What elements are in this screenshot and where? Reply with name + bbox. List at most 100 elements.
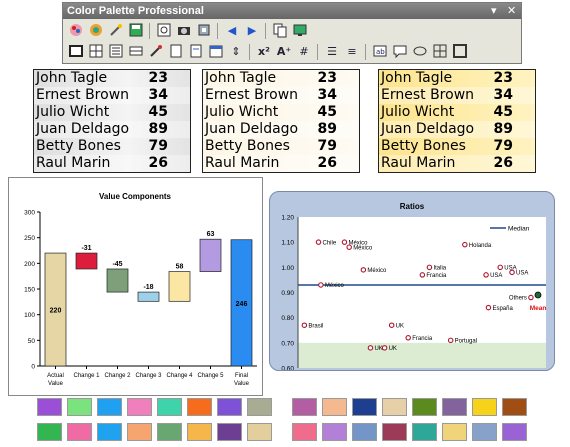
color-swatch[interactable] (217, 423, 242, 441)
superscript-icon[interactable]: x² (255, 43, 273, 61)
close-icon[interactable]: ✕ (507, 3, 516, 19)
waterfall-bar (75, 252, 98, 270)
data-label: 220 (50, 308, 62, 315)
bullets-icon[interactable]: ☰ (323, 43, 341, 61)
scatter-point (367, 345, 374, 351)
color-swatch[interactable] (502, 423, 527, 441)
color-swatch[interactable] (187, 423, 212, 441)
color-swatch[interactable] (217, 398, 242, 416)
color-swatch[interactable] (292, 423, 317, 441)
data-label: -31 (81, 245, 91, 252)
page-icon[interactable] (187, 43, 205, 61)
row-name: Juan Deldago (381, 121, 475, 137)
waterfall-bar (168, 271, 191, 302)
waterfall-bar (137, 291, 160, 302)
row-value: 26 (317, 155, 337, 171)
row-name: Raul Marin (205, 155, 280, 171)
color-swatch[interactable] (382, 398, 407, 416)
arrow-right-icon[interactable]: ▶ (243, 22, 261, 40)
color-swatch[interactable] (412, 423, 437, 441)
ellipse-icon[interactable] (411, 43, 429, 61)
y-tick-label: 200 (24, 261, 35, 268)
color-swatch[interactable] (352, 423, 377, 441)
row-value: 79 (317, 138, 337, 154)
chart-view-icon[interactable] (155, 22, 173, 40)
color-swatch[interactable] (292, 398, 317, 416)
border-grid-icon[interactable] (431, 43, 449, 61)
color-swatch[interactable] (412, 398, 437, 416)
dropdown-arrow-icon[interactable]: ▾ (491, 3, 497, 19)
color-wheel-icon[interactable] (87, 22, 105, 40)
row-value: 34 (493, 87, 513, 103)
color-swatch[interactable] (37, 423, 62, 441)
scatter-point (388, 322, 395, 328)
color-swatch[interactable] (97, 398, 122, 416)
grid-lines-icon[interactable]: # (295, 43, 313, 61)
color-swatch[interactable] (157, 423, 182, 441)
camera-icon[interactable] (175, 22, 193, 40)
list-icon[interactable] (107, 43, 125, 61)
table-row: Raul Marin 26 (203, 155, 359, 172)
row-name: Raul Marin (381, 155, 456, 171)
point-label: UK (389, 346, 397, 352)
window-icon[interactable] (67, 43, 85, 61)
color-swatch[interactable] (442, 423, 467, 441)
color-swatch[interactable] (157, 398, 182, 416)
frame-icon[interactable] (451, 43, 469, 61)
data-label: 58 (176, 264, 184, 271)
copy-icon[interactable] (271, 22, 289, 40)
toolbar-separator (249, 44, 250, 60)
data-table-beige: John Tagle 23 Ernest Brown 34 Julio Wicht 45 J… (202, 69, 360, 173)
save-icon[interactable] (127, 22, 145, 40)
data-label: -45 (112, 261, 122, 268)
color-swatch[interactable] (67, 423, 92, 441)
scatter-point (426, 264, 433, 271)
document-icon[interactable] (167, 43, 185, 61)
table-row: John Tagle 23 (34, 70, 190, 87)
color-swatch[interactable] (97, 423, 122, 441)
table-row: Betty Bones 79 (34, 138, 190, 155)
color-swatch[interactable] (502, 398, 527, 416)
color-swatch[interactable] (127, 398, 152, 416)
y-tick-label: 0.80 (281, 315, 294, 322)
x-tick-label: Final (235, 373, 248, 379)
row-value: 23 (317, 70, 337, 86)
calendar-icon[interactable] (207, 43, 225, 61)
color-swatch[interactable] (67, 398, 92, 416)
x-tick-label: Change 2 (104, 373, 131, 379)
align-icon[interactable]: ≡ (343, 43, 361, 61)
text-size-icon[interactable]: A⁺ (275, 43, 293, 61)
color-swatch[interactable] (127, 423, 152, 441)
color-swatch[interactable] (472, 398, 497, 416)
arrow-left-icon[interactable]: ◀ (223, 22, 241, 40)
waterfall-bar (199, 238, 222, 272)
scatter-point (528, 294, 534, 301)
color-swatch[interactable] (37, 398, 62, 416)
color-swatch[interactable] (472, 423, 497, 441)
scatter-point (483, 272, 489, 278)
row-height-icon[interactable]: ⇕ (227, 43, 245, 61)
row-value: 23 (148, 70, 168, 86)
color-swatch[interactable] (187, 398, 212, 416)
color-swatch[interactable] (352, 398, 377, 416)
x-tick-label: Actual (47, 373, 64, 379)
text-box-icon[interactable]: ab (371, 43, 389, 61)
row-name: John Tagle (36, 70, 108, 86)
color-swatch[interactable] (247, 398, 272, 416)
eyedropper-icon[interactable] (147, 43, 165, 61)
x-tick-label: Change 5 (197, 373, 224, 379)
palette-icon[interactable] (67, 22, 85, 40)
color-swatch[interactable] (322, 398, 347, 416)
table-icon[interactable] (127, 43, 145, 61)
color-swatch[interactable] (382, 423, 407, 441)
comment-icon[interactable] (391, 43, 409, 61)
lower-band (298, 342, 546, 368)
svg-text:ab: ab (376, 48, 385, 56)
color-swatch[interactable] (442, 398, 467, 416)
color-swatch[interactable] (322, 423, 347, 441)
grid-icon[interactable] (87, 43, 105, 61)
color-swatch[interactable] (247, 423, 272, 441)
monitor-icon[interactable] (291, 22, 309, 40)
magic-wand-icon[interactable] (107, 22, 125, 40)
settings-icon[interactable] (195, 22, 213, 40)
